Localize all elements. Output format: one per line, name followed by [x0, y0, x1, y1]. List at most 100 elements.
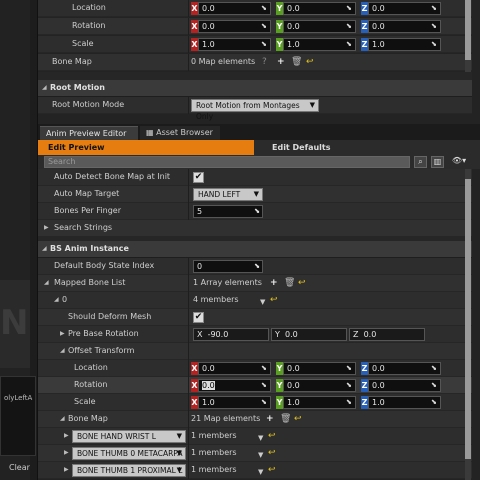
drag-handle-icon[interactable]: ⬊: [431, 23, 438, 30]
chevron-down-icon[interactable]: ▼: [258, 467, 263, 477]
auto-detect-label: Auto Detect Bone Map at Init: [54, 172, 171, 181]
grid-view-icon[interactable]: ▥: [431, 156, 444, 168]
reset-arrow-icon[interactable]: ↩: [294, 414, 302, 424]
drag-handle-icon[interactable]: ⬊: [431, 365, 438, 372]
offset-scale-y[interactable]: Y 1.0 ⬊: [276, 396, 356, 409]
scale-y-field[interactable]: Y 1.0 ⬊: [276, 38, 356, 51]
add-icon[interactable]: +: [270, 278, 278, 288]
drag-handle-icon[interactable]: ⬊: [431, 41, 438, 48]
location-y-field[interactable]: Y 0.0 ⬊: [276, 2, 356, 15]
chevron-down-icon[interactable]: ▼: [258, 433, 263, 443]
trash-icon[interactable]: 🗑: [284, 278, 295, 288]
pre-base-rotation-x[interactable]: X -90.0: [193, 328, 269, 341]
expand-triangle-icon[interactable]: ▶: [60, 330, 65, 337]
reset-arrow-icon[interactable]: ↩: [268, 448, 276, 458]
offset-location-x[interactable]: X 0.0 ⬊: [191, 362, 271, 375]
drag-handle-icon[interactable]: ⬊: [261, 41, 268, 48]
bone-entry-dropdown[interactable]: BONE THUMB 1 PROXIMAL L ▼: [72, 464, 186, 477]
location-z-field[interactable]: Z 0.0 ⬊: [361, 2, 441, 15]
offset-location-z[interactable]: Z 0.0 ⬊: [361, 362, 441, 375]
edit-preview-tab[interactable]: Edit Preview: [38, 140, 254, 155]
collapse-triangle-icon[interactable]: ◢: [60, 415, 65, 422]
reset-arrow-icon[interactable]: ↩: [306, 57, 314, 67]
help-icon[interactable]: ?: [262, 57, 267, 67]
drag-handle-icon[interactable]: ⬊: [346, 5, 353, 12]
drag-handle-icon[interactable]: ⬊: [254, 206, 260, 217]
scale-z-field[interactable]: Z 1.0 ⬊: [361, 38, 441, 51]
details-scrollbar-thumb[interactable]: [465, 179, 471, 459]
drag-handle-icon[interactable]: ⬊: [261, 5, 268, 12]
offset-location-y[interactable]: Y 0.0 ⬊: [276, 362, 356, 375]
collapse-triangle-icon[interactable]: ◢: [54, 296, 59, 303]
collapse-triangle-icon[interactable]: ◢: [42, 84, 47, 91]
rotation-z-field[interactable]: Z 0.0 ⬊: [361, 20, 441, 33]
search-input[interactable]: Search: [44, 156, 410, 168]
rotation-y-field[interactable]: Y 0.0 ⬊: [276, 20, 356, 33]
drag-handle-icon[interactable]: ⬊: [254, 261, 260, 272]
offset-scale-x[interactable]: X 1.0 ⬊: [191, 396, 271, 409]
reset-arrow-icon[interactable]: ↩: [268, 465, 276, 475]
expand-triangle-icon[interactable]: ▶: [44, 224, 49, 231]
reset-arrow-icon[interactable]: ↩: [298, 278, 306, 288]
trash-icon[interactable]: 🗑: [280, 414, 291, 424]
add-icon[interactable]: +: [277, 57, 285, 67]
trash-icon[interactable]: 🗑: [291, 57, 302, 67]
tab-anim-preview-editor[interactable]: Anim Preview Editor: [40, 126, 138, 140]
chevron-down-icon[interactable]: ▼: [260, 297, 265, 307]
add-icon[interactable]: +: [266, 414, 274, 424]
reset-arrow-icon[interactable]: ↩: [268, 431, 276, 441]
eye-icon[interactable]: 👁▾: [448, 156, 470, 168]
drag-handle-icon[interactable]: ⬊: [261, 382, 268, 389]
scale-x-field[interactable]: X 1.0 ⬊: [191, 38, 271, 51]
pre-base-rotation-y[interactable]: Y 0.0: [271, 328, 347, 341]
offset-rotation-y[interactable]: Y 0.0 ⬊: [276, 379, 356, 392]
expand-triangle-icon[interactable]: ▶: [64, 449, 69, 456]
default-body-row: Default Body State Index 0 ⬊: [38, 258, 472, 275]
auto-detect-checkbox[interactable]: ✔: [193, 172, 204, 183]
root-motion-header[interactable]: ◢ Root Motion: [38, 80, 472, 97]
offset-rotation-x[interactable]: X 0.0 ⬊: [191, 379, 271, 392]
details-scrollbar[interactable]: [465, 169, 471, 480]
bone-entry-dropdown[interactable]: BONE HAND WRIST L ▼: [72, 430, 186, 443]
drag-handle-icon[interactable]: ⬊: [346, 382, 353, 389]
bs-anim-instance-header[interactable]: ◢ BS Anim Instance: [38, 241, 472, 258]
rotation-x-field[interactable]: X 0.0 ⬊: [191, 20, 271, 33]
collapse-triangle-icon[interactable]: ◢: [44, 279, 49, 286]
bone-map-label: Bone Map: [52, 57, 92, 66]
drag-handle-icon[interactable]: ⬊: [346, 365, 353, 372]
chevron-down-icon[interactable]: ▼: [258, 450, 263, 460]
bone-entry-dropdown[interactable]: BONE THUMB 0 METACARPA ▼: [72, 447, 186, 460]
drag-handle-icon[interactable]: ⬊: [346, 41, 353, 48]
location-x-field[interactable]: X 0.0 ⬊: [191, 2, 271, 15]
drag-handle-icon[interactable]: ⬊: [431, 5, 438, 12]
search-strings-row[interactable]: ▶ Search Strings: [38, 220, 472, 237]
drag-handle-icon[interactable]: ⬊: [346, 399, 353, 406]
default-body-input[interactable]: 0 ⬊: [193, 260, 263, 273]
top-scrollbar[interactable]: [465, 0, 471, 72]
tab-asset-browser[interactable]: ▦ Asset Browser: [140, 126, 220, 140]
drag-handle-icon[interactable]: ⬊: [431, 399, 438, 406]
edit-defaults-tab[interactable]: Edit Defaults: [260, 140, 331, 155]
drag-handle-icon[interactable]: ⬊: [261, 23, 268, 30]
auto-map-target-dropdown[interactable]: HAND LEFT ▼: [193, 188, 263, 201]
asset-selector[interactable]: [0, 376, 36, 456]
drag-handle-icon[interactable]: ⬊: [261, 365, 268, 372]
collapse-triangle-icon[interactable]: ◢: [60, 347, 65, 354]
offset-scale-z[interactable]: Z 1.0 ⬊: [361, 396, 441, 409]
offset-rotation-z[interactable]: Z 0.0 ⬊: [361, 379, 441, 392]
pre-base-rotation-z[interactable]: Z 0.0: [349, 328, 425, 341]
bones-per-finger-input[interactable]: 5 ⬊: [193, 205, 263, 218]
expand-triangle-icon[interactable]: ▶: [64, 466, 69, 473]
reset-arrow-icon[interactable]: ↩: [270, 295, 278, 305]
search-icon[interactable]: ⌕: [414, 156, 427, 168]
should-deform-checkbox[interactable]: ✔: [193, 312, 204, 323]
expand-triangle-icon[interactable]: ▶: [64, 432, 69, 439]
drag-handle-icon[interactable]: ⬊: [431, 382, 438, 389]
top-scrollbar-thumb[interactable]: [465, 0, 471, 60]
root-motion-mode-dropdown[interactable]: Root Motion from Montages Only ▼: [191, 99, 319, 121]
clear-button[interactable]: Clear: [9, 463, 30, 472]
drag-handle-icon[interactable]: ⬊: [261, 399, 268, 406]
drag-handle-icon[interactable]: ⬊: [346, 23, 353, 30]
collapse-triangle-icon[interactable]: ◢: [42, 245, 47, 252]
should-deform-row: Should Deform Mesh ✔: [38, 309, 472, 326]
